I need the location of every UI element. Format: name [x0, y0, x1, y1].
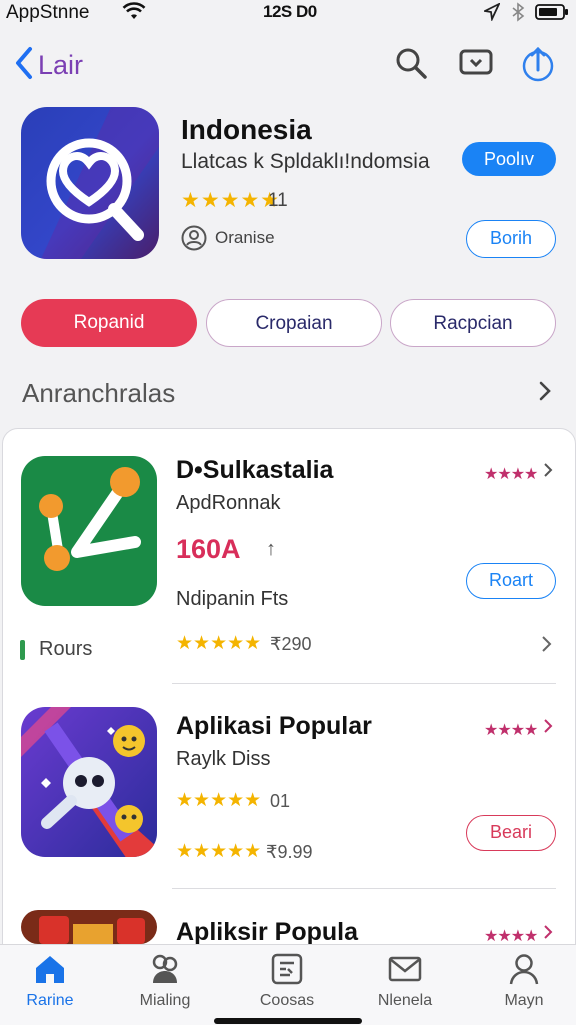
- carrier-label: AppStnne: [6, 2, 90, 23]
- app-title-2[interactable]: Aplikasi Popular: [176, 712, 372, 741]
- developer-name: Oranise: [215, 228, 275, 247]
- featured-app-subtitle: Llatcas k Spldaklı!ndomsia: [181, 150, 430, 173]
- chevron-left-icon: [14, 46, 34, 85]
- tab-mail-label: Nlenela: [377, 992, 433, 1009]
- featured-app-icon[interactable]: [21, 107, 159, 259]
- app-icon-3[interactable]: [21, 910, 157, 944]
- section-see-all-chevron-icon[interactable]: [538, 380, 552, 409]
- person-icon: [509, 954, 539, 985]
- app-stars-2a: ★★★★★: [176, 790, 262, 811]
- app-note-1: Ndipanin Fts: [176, 588, 289, 610]
- back-button[interactable]: Lair: [14, 46, 83, 85]
- games-icon: [152, 954, 178, 983]
- tab-games[interactable]: Mialing: [115, 953, 215, 1010]
- app-stars-value-1: ₹290: [270, 634, 312, 654]
- row-chevron-3-icon[interactable]: [543, 924, 553, 945]
- row-chevron-2-icon[interactable]: [543, 718, 553, 739]
- app-subtitle-2: Raylk Diss: [176, 748, 271, 770]
- section-title: Anranchralas: [22, 378, 176, 408]
- filter-pill-3[interactable]: Racpcian: [390, 299, 556, 347]
- app-action-button-1[interactable]: Roart: [466, 563, 556, 599]
- tab-home[interactable]: Rarine: [0, 953, 100, 1010]
- tab-apps[interactable]: Coosas: [237, 953, 337, 1010]
- tag-label: Rours: [39, 638, 93, 660]
- mail-icon: [388, 956, 422, 982]
- app-title-3[interactable]: Apliksir Popula: [176, 918, 358, 947]
- upload-icon[interactable]: [521, 46, 555, 87]
- filter-pill-1[interactable]: Ropanid: [21, 299, 197, 347]
- app-stars-value-2a: 01: [270, 791, 291, 811]
- back-label: Lair: [38, 50, 84, 80]
- featured-get-button[interactable]: Poolıv: [462, 142, 556, 176]
- nav-bar: Lair: [0, 40, 576, 90]
- featured-app-title: Indonesia: [181, 114, 312, 145]
- featured-secondary-button[interactable]: Borih: [466, 220, 556, 258]
- tab-home-label: Rarine: [26, 992, 74, 1009]
- app-action-button-2[interactable]: Beari: [466, 815, 556, 851]
- app-stars-1: ★★★★★: [176, 633, 262, 654]
- app-title-1[interactable]: D•Sulkastalia: [176, 456, 333, 485]
- apps-icon: [271, 953, 303, 985]
- price-trend-icon: ↑: [266, 538, 276, 560]
- wifi-icon: [122, 2, 146, 25]
- filter-pill-2[interactable]: Cropaian: [206, 299, 382, 347]
- tag-bar-icon: [20, 639, 25, 660]
- app-subtitle-1: ApdRonnak: [176, 492, 281, 514]
- app-stars-2b: ★★★★★: [176, 841, 262, 862]
- tab-mail[interactable]: Nlenela: [355, 953, 455, 1010]
- featured-rating-count: 11: [268, 190, 288, 211]
- bluetooth-icon: [511, 2, 525, 27]
- row-divider-2: [172, 888, 556, 889]
- tab-bar: Rarine Mialing Coosas Nlenela Mayn: [0, 944, 576, 1025]
- app-icon-1[interactable]: [21, 456, 157, 606]
- featured-rating-stars: ★★★★★: [181, 189, 281, 212]
- tab-games-label: Mialing: [139, 992, 191, 1009]
- app-tag-1: Rours: [20, 638, 92, 661]
- mini-rating-3: ★★★★: [484, 928, 538, 945]
- mini-rating-1: ★★★★: [484, 466, 538, 483]
- tab-profile-label: Mayn: [504, 992, 544, 1009]
- developer-icon: [181, 225, 207, 251]
- status-bar: AppStnne 12S D0: [0, 0, 576, 26]
- home-icon: [36, 956, 64, 983]
- location-icon: [482, 2, 501, 26]
- battery-icon: [535, 4, 569, 25]
- mini-rating-2: ★★★★: [484, 722, 538, 739]
- tab-profile[interactable]: Mayn: [474, 953, 574, 1010]
- share-screen-icon[interactable]: [458, 46, 494, 85]
- row-chevron-1-icon[interactable]: [543, 462, 553, 483]
- app-price-1: 160A: [176, 534, 241, 564]
- search-icon[interactable]: [394, 46, 428, 85]
- row-divider-1: [172, 683, 556, 684]
- app-icon-2[interactable]: [21, 707, 157, 857]
- clock: 12S D0: [263, 2, 317, 21]
- row-chevron-1b-icon[interactable]: [541, 635, 553, 658]
- featured-developer[interactable]: Oranise: [181, 225, 275, 251]
- tab-apps-label: Coosas: [259, 992, 315, 1009]
- home-indicator: [214, 1018, 362, 1024]
- app-stars-value-2b: ₹9.99: [266, 842, 313, 862]
